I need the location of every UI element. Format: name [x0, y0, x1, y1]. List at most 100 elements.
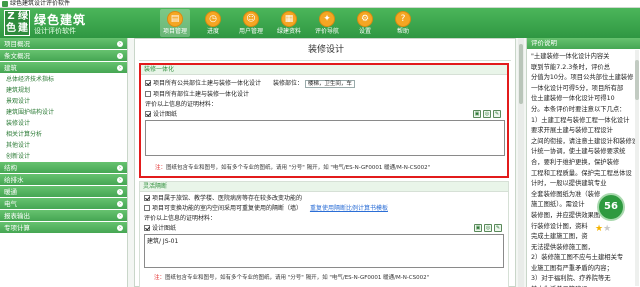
search-icon[interactable]: ◎	[483, 110, 491, 118]
template-link[interactable]: 重复使用隔断比例计算书模板	[310, 205, 388, 212]
option-label: 项目属于旅馆、教学楼、医院病房等存在较多改变功能的	[152, 195, 303, 202]
option-functional-change[interactable]: 项目属于旅馆、教学楼、医院病房等存在较多改变功能的	[144, 194, 302, 203]
evaluation-line: 2）装修施工图不应与土建相关专	[531, 254, 624, 262]
sidebar-label: 结构	[4, 164, 17, 172]
sidebar-label: 专项计算	[4, 224, 30, 232]
image-icon[interactable]: ▣	[473, 110, 481, 118]
sidebar-label: 创新设计	[6, 153, 31, 160]
panel-scrollbar[interactable]	[635, 50, 639, 286]
evaluation-line: 3）对于福利院、疗养院等无	[531, 275, 611, 283]
edit-icon[interactable]: ✎	[493, 110, 501, 118]
app-header: Z 绿 色 建 绿色建筑 设计评价软件 ▤ 项目管理 ◷ 进度 ☺ 用户管理 ▦ 绿建资料 ✦ 评…	[0, 8, 640, 38]
chevron-icon: ›	[117, 53, 123, 59]
checkbox[interactable]	[144, 224, 150, 231]
sidebar-item[interactable]: 建筑规划	[0, 85, 127, 96]
toolbar-button-clock[interactable]: ◷ 进度	[198, 9, 228, 37]
sidebar-item[interactable]: 相关计算分析	[0, 129, 127, 140]
evaluation-text: "土建装修一体化设计内容关 联到节能7.2.3条时，评价总 分值为10分。项目公共部…	[527, 49, 640, 287]
checkbox[interactable]	[145, 90, 151, 97]
option-reusable-partition[interactable]: 项目可变换功能的室内空间采用可重复使用的隔断（墙） 重复使用隔断比例计算书模板	[144, 204, 388, 213]
panel-header: 评价说明	[527, 38, 640, 49]
sidebar-label: 装修设计	[6, 120, 31, 127]
sidebar-label: 建筑	[4, 64, 17, 72]
toolbar-label: 设置	[358, 28, 371, 35]
evaluation-line: 位土建装修一体化设计可得10	[531, 95, 615, 103]
sidebar-label: 总体经济技术指标	[6, 76, 55, 83]
star-icon: ★	[595, 224, 604, 234]
checkbox[interactable]	[145, 79, 151, 86]
app-icon	[2, 1, 8, 7]
evaluation-line: 工程和工程质量。保护完工程总体设	[531, 169, 632, 177]
book-icon: ▦	[281, 11, 297, 27]
logo: Z 绿 色 建	[4, 10, 30, 36]
toolbar-button-compass[interactable]: ✦ 评价导航	[312, 9, 342, 37]
sidebar-category[interactable]: 电气 ›	[0, 198, 127, 210]
checkbox[interactable]	[144, 194, 150, 201]
sidebar-category[interactable]: 给排水 ›	[0, 174, 127, 186]
evaluation-line: 合，要利于维护更换，保护装修	[531, 158, 620, 166]
chevron-icon: ›	[117, 213, 123, 219]
logo-char: 色	[6, 23, 16, 34]
note-star: 注：	[155, 165, 167, 171]
edit-icon[interactable]: ✎	[494, 224, 502, 232]
chevron-icon: ›	[117, 225, 123, 231]
evaluation-line: 分值为10分。项目公共部位土建装修	[531, 74, 634, 82]
checkbox[interactable]	[145, 110, 151, 117]
toolbar-button-book[interactable]: ▦ 绿建资料	[274, 9, 304, 37]
option-label: 项目所有公共部位土建与装修一体化设计	[153, 80, 262, 87]
drawing-textarea[interactable]	[145, 120, 505, 156]
sidebar-category[interactable]: 项目概况 ›	[0, 38, 127, 50]
note-text: 图纸包含专业和图号，如有多个专业的图纸，请用 "分号" 隔开，如 "电气/ES-…	[166, 165, 431, 171]
sidebar-label: 建筑围护结构设计	[6, 109, 55, 116]
evaluation-line: 计统一协调，使土建与装修要求统	[531, 148, 626, 156]
attachment-tools: ▣ ◎ ✎	[472, 224, 502, 232]
toolbar-button-folder[interactable]: ▤ 项目管理	[160, 9, 190, 37]
user-icon: ☺	[243, 11, 259, 27]
window-title: 绿色建筑设计评价软件	[10, 0, 71, 7]
sidebar-label: 相关计算分析	[6, 131, 43, 138]
evaluation-line: 要求开展土建与装修工程设计	[531, 127, 613, 135]
star-icon: ★	[603, 224, 612, 234]
sidebar-item[interactable]: 其他设计	[0, 140, 127, 151]
sidebar-category[interactable]: 暖通 ›	[0, 186, 127, 198]
drawing-note: 注：图纸包含专业和图号，如有多个专业的图纸，请用 "分号" 隔开，如 "电气/E…	[155, 163, 430, 171]
option-public-integration[interactable]: 项目所有公共部位土建与装修一体化设计 装修部位： 楼梯，卫生间，车	[145, 79, 355, 88]
evaluation-line: 一体化设计可得5分，项目所有部	[531, 84, 624, 92]
sidebar-label: 其他设计	[6, 142, 31, 149]
sidebar-category[interactable]: 专项计算 ›	[0, 222, 127, 234]
design-drawing-option[interactable]: 设计图纸	[145, 110, 177, 119]
checkbox[interactable]	[144, 204, 150, 211]
option-all-integration[interactable]: 项目所有部位土建与装修一体化设计	[145, 90, 249, 99]
toolbar-button-help[interactable]: ? 帮助	[388, 9, 418, 37]
main-scrollbar[interactable]	[518, 38, 524, 287]
sidebar-label: 给排水	[4, 176, 24, 184]
sidebar-category[interactable]: 报表输出 ›	[0, 210, 127, 222]
toolbar-button-gear[interactable]: ⚙ 设置	[350, 9, 380, 37]
logo-char: 建	[18, 23, 28, 34]
scrollbar-thumb[interactable]	[635, 60, 639, 100]
drawing-textarea[interactable]: 建筑/ JS-01	[144, 234, 504, 268]
part-label: 装修部位：	[272, 80, 303, 87]
scrollbar-thumb[interactable]	[519, 44, 523, 104]
sidebar-category[interactable]: 条文概况 ›	[0, 50, 127, 62]
section-decoration-integration: 装修一体化 项目所有公共部位土建与装修一体化设计 装修部位： 楼梯，卫生间，车 …	[139, 63, 509, 178]
chevron-icon: ›	[117, 41, 123, 47]
sidebar-item[interactable]: 景观设计	[0, 96, 127, 107]
evaluation-line: 之间的衔接，请注意土建设计和装修设	[531, 137, 636, 145]
evaluation-panel: 评价说明 "土建装修一体化设计内容关 联到节能7.2.3条时，评价总 分值为10分。…	[526, 38, 640, 287]
sidebar-item[interactable]: 总体经济技术指标	[0, 74, 127, 85]
image-icon[interactable]: ▣	[474, 224, 482, 232]
sidebar-category[interactable]: 结构 ›	[0, 162, 127, 174]
sidebar-item[interactable]: 建筑围护结构设计	[0, 107, 127, 118]
search-icon[interactable]: ◎	[484, 224, 492, 232]
decoration-part-input[interactable]: 楼梯，卫生间，车	[304, 79, 355, 88]
evaluation-line: 联到节能7.2.3条时，评价总	[531, 63, 610, 71]
sidebar-label: 建筑规划	[6, 87, 31, 94]
chevron-icon: ›	[117, 177, 123, 183]
toolbar-button-user[interactable]: ☺ 用户管理	[236, 9, 266, 37]
sidebar-item[interactable]: 装修设计	[0, 118, 127, 129]
sidebar-item[interactable]: 创新设计	[0, 151, 127, 162]
sidebar-category[interactable]: 建筑 ›	[0, 62, 127, 74]
evidence-label: 评价以上信息的证明材料：	[144, 215, 217, 222]
design-drawing-option[interactable]: 设计图纸	[144, 224, 176, 233]
